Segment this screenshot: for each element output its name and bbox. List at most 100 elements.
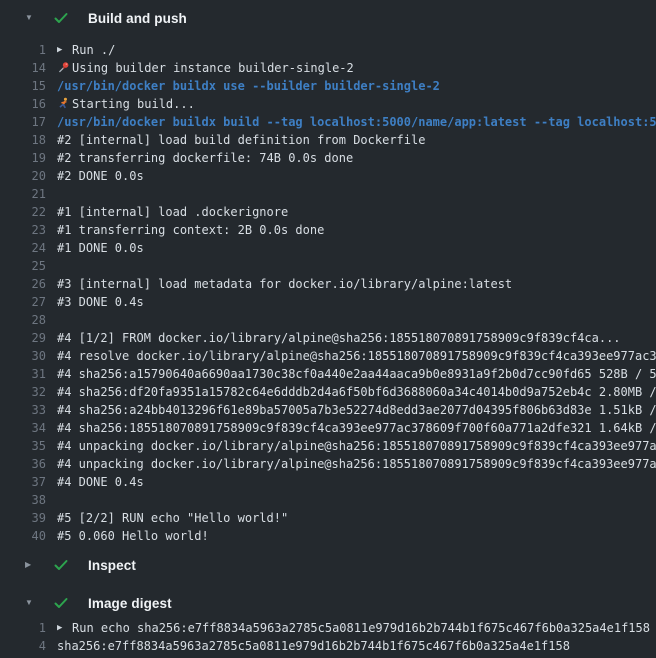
section-title: Image digest: [88, 596, 172, 611]
log-text: #4 sha256:a24bb4013296f61e89ba57005a7b3e…: [57, 401, 656, 419]
log-text: [57, 491, 656, 509]
line-number[interactable]: 20: [0, 167, 46, 185]
line-number[interactable]: 4: [0, 637, 46, 655]
log-text: [57, 185, 656, 203]
line-number[interactable]: 19: [0, 149, 46, 167]
log-line: 38: [0, 491, 656, 509]
log-line: 25: [0, 257, 656, 275]
log-line: 27 #3 DONE 0.4s: [0, 293, 656, 311]
line-number[interactable]: 35: [0, 437, 46, 455]
log-line: 30 #4 resolve docker.io/library/alpine@sh…: [0, 347, 656, 365]
log-line: 35 #4 unpacking docker.io/library/alpine@…: [0, 437, 656, 455]
log-line: 34 #4 sha256:185518070891758909c9f839cf4c…: [0, 419, 656, 437]
log-line: 23#1 transferring context: 2B 0.0s done: [0, 221, 656, 239]
line-number[interactable]: 37: [0, 473, 46, 491]
line-number[interactable]: 24: [0, 239, 46, 257]
log-text: #4 resolve docker.io/library/alpine@sha2…: [57, 347, 656, 365]
log-line: 16 Starting build...: [0, 95, 656, 113]
log-text: [57, 311, 656, 329]
log-text: ▶Run echo sha256:e7ff8834a5963a2785c5a08…: [57, 619, 656, 637]
log-line: 33 #4 sha256:a24bb4013296f61e89ba57005a7b…: [0, 401, 656, 419]
line-number[interactable]: 21: [0, 185, 46, 203]
log-text: Using builder instance builder-single-2: [57, 59, 656, 77]
line-number[interactable]: 25: [0, 257, 46, 275]
section-title: Build and push: [88, 11, 187, 26]
line-number[interactable]: 1: [0, 41, 46, 59]
log-line: 21: [0, 185, 656, 203]
line-number[interactable]: 33: [0, 401, 46, 419]
chevron-down-icon[interactable]: ▼: [25, 8, 34, 28]
section-spacer: [0, 575, 656, 593]
line-number[interactable]: 36: [0, 455, 46, 473]
section-header-image-digest[interactable]: ▼ Image digest: [0, 593, 656, 613]
line-number[interactable]: 1: [0, 619, 46, 637]
line-number[interactable]: 23: [0, 221, 46, 239]
log-line: 19 #2 transferring dockerfile: 74B 0.0s d…: [0, 149, 656, 167]
log-line: 24 #1 DONE 0.0s: [0, 239, 656, 257]
chevron-down-icon[interactable]: ▼: [25, 593, 34, 613]
line-number[interactable]: 26: [0, 275, 46, 293]
log-lines-build-and-push: 1 ▶Run ./ 14 Using builder instance builder…: [0, 41, 656, 545]
log-text-command: /usr/bin/docker buildx build --tag local…: [57, 113, 656, 131]
log-text: #2 transferring dockerfile: 74B 0.0s don…: [57, 149, 656, 167]
actions-log-viewer: ▼ Build and push 1▶Run ./14Using builder…: [0, 0, 656, 655]
log-text: #3 DONE 0.4s: [57, 293, 656, 311]
line-number[interactable]: 32: [0, 383, 46, 401]
line-number[interactable]: 17: [0, 113, 46, 131]
log-line: 28: [0, 311, 656, 329]
log-line: 40 #5 0.060 Hello world!: [0, 527, 656, 545]
line-number[interactable]: 38: [0, 491, 46, 509]
log-text: #4 DONE 0.4s: [57, 473, 656, 491]
log-text: #4 sha256:df20fa9351a15782c64e6dddb2d4a6…: [57, 383, 656, 401]
expand-group-play-icon[interactable]: ▶: [57, 619, 72, 637]
log-text: ▶Run ./: [57, 41, 656, 59]
check-success-icon: [53, 595, 69, 611]
log-text: #2 [internal] load build definition from…: [57, 131, 656, 149]
expand-group-play-icon[interactable]: ▶: [57, 41, 72, 59]
log-text: #1 DONE 0.0s: [57, 239, 656, 257]
log-text: #2 DONE 0.0s: [57, 167, 656, 185]
check-success-icon: [53, 557, 69, 573]
line-number[interactable]: 34: [0, 419, 46, 437]
log-text: [57, 257, 656, 275]
line-number[interactable]: 30: [0, 347, 46, 365]
section-header-inspect[interactable]: ▶ Inspect: [0, 555, 656, 575]
log-line: 22#1 [internal] load .dockerignore: [0, 203, 656, 221]
line-number[interactable]: 40: [0, 527, 46, 545]
log-lines-image-digest: 1 ▶Run echo sha256:e7ff8834a5963a2785c5a0…: [0, 619, 656, 655]
log-line: 1 ▶Run echo sha256:e7ff8834a5963a2785c5a0…: [0, 619, 656, 637]
section-header-build-and-push[interactable]: ▼ Build and push: [0, 8, 656, 28]
log-line: 4 sha256:e7ff8834a5963a2785c5a0811e979d16…: [0, 637, 656, 655]
log-line: 32 #4 sha256:df20fa9351a15782c64e6dddb2d4…: [0, 383, 656, 401]
line-number[interactable]: 28: [0, 311, 46, 329]
runner-icon: [57, 95, 72, 113]
log-text: #4 sha256:185518070891758909c9f839cf4ca3…: [57, 419, 656, 437]
log-line: 17/usr/bin/docker buildx build --tag loc…: [0, 113, 656, 131]
log-text: Starting build...: [57, 95, 656, 113]
line-number[interactable]: 15: [0, 77, 46, 95]
log-line: 29#4 [1/2] FROM docker.io/library/alpine…: [0, 329, 656, 347]
log-line: 31#4 sha256:a15790640a6690aa1730c38cf0a4…: [0, 365, 656, 383]
log-text: #5 0.060 Hello world!: [57, 527, 656, 545]
log-line: 37 #4 DONE 0.4s: [0, 473, 656, 491]
line-number[interactable]: 16: [0, 95, 46, 113]
line-number[interactable]: 39: [0, 509, 46, 527]
log-line: 26 #3 [internal] load metadata for docker…: [0, 275, 656, 293]
line-number[interactable]: 18: [0, 131, 46, 149]
line-number[interactable]: 14: [0, 59, 46, 77]
line-number[interactable]: 22: [0, 203, 46, 221]
chevron-right-icon[interactable]: ▶: [25, 555, 34, 575]
log-line: 15/usr/bin/docker buildx use --builder b…: [0, 77, 656, 95]
check-success-icon: [53, 10, 69, 26]
log-text: #3 [internal] load metadata for docker.i…: [57, 275, 656, 293]
line-number[interactable]: 27: [0, 293, 46, 311]
log-line: 39#5 [2/2] RUN echo "Hello world!": [0, 509, 656, 527]
line-number[interactable]: 29: [0, 329, 46, 347]
section-title: Inspect: [88, 558, 136, 573]
line-number[interactable]: 31: [0, 365, 46, 383]
log-text: #4 unpacking docker.io/library/alpine@sh…: [57, 437, 656, 455]
log-text: sha256:e7ff8834a5963a2785c5a0811e979d16b…: [57, 637, 656, 655]
log-line: 18 #2 [internal] load build definition fr…: [0, 131, 656, 149]
log-line: 1 ▶Run ./: [0, 41, 656, 59]
log-line: 14 Using builder instance builder-single-…: [0, 59, 656, 77]
